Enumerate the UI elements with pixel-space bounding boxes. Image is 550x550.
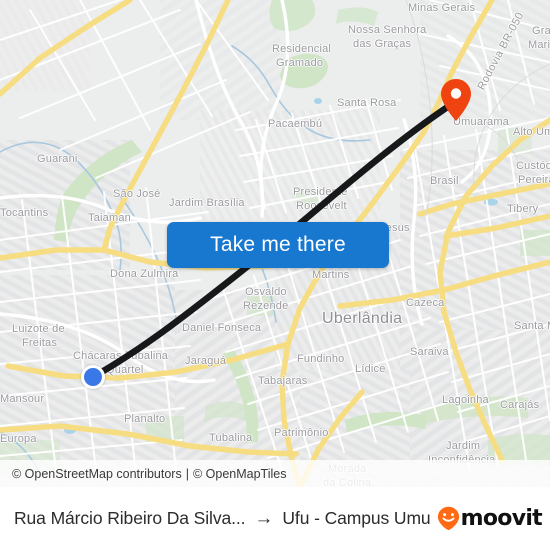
trip-footer: Rua Márcio Ribeiro Da Silva... → Ufu - C… [0,487,550,550]
trip-destination-label[interactable]: Ufu - Campus Umuar... [282,508,430,529]
trip-origin-label[interactable]: Rua Márcio Ribeiro Da Silva... [14,508,245,529]
moovit-logo[interactable]: moovit [437,506,543,531]
map-attribution: © OpenStreetMap contributors | © OpenMap… [0,460,550,487]
attribution-separator: | [185,466,189,481]
attribution-tiles[interactable]: © OpenMapTiles [193,467,287,481]
origin-marker[interactable] [81,365,105,389]
arrow-right-icon: → [254,508,274,529]
destination-pin-icon[interactable] [440,78,472,122]
trip-summary: Rua Márcio Ribeiro Da Silva... → Ufu - C… [14,508,431,529]
moovit-pin-icon [437,506,459,531]
attribution-osm[interactable]: © OpenStreetMap contributors [12,467,182,481]
map-canvas[interactable]: Minas Gerais Nossa Senhora das Graças Resid… [0,0,550,487]
moovit-map-screen: Minas Gerais Nossa Senhora das Graças Resid… [0,0,550,550]
take-me-there-button[interactable]: Take me there [167,222,389,268]
moovit-wordmark: moovit [460,506,543,531]
